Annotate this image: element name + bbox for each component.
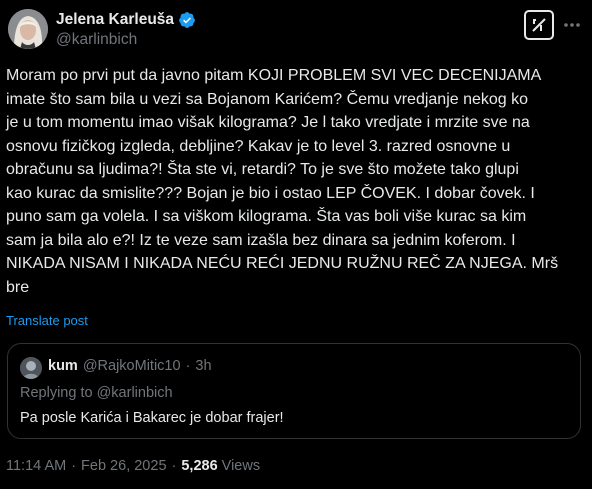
post: Jelena Karleuša @karlinbich Moram po prv… <box>0 0 592 489</box>
meta-separator: · <box>171 458 177 474</box>
grok-button[interactable] <box>524 10 554 40</box>
quoted-author-avatar[interactable] <box>20 357 42 379</box>
quoted-author-handle[interactable]: @RajkoMitic10 <box>83 358 181 374</box>
replying-to-line: Replying to @karlinbich <box>20 385 173 401</box>
verified-badge-icon <box>178 11 196 29</box>
more-options-button[interactable] <box>561 14 583 36</box>
replying-to-handle[interactable]: @karlinbich <box>97 385 173 401</box>
author-handle[interactable]: @karlinbich <box>56 31 196 49</box>
author-display-name[interactable]: Jelena Karleuša <box>56 11 174 29</box>
author-avatar[interactable] <box>8 9 48 49</box>
grok-icon <box>532 18 546 32</box>
translate-post-link[interactable]: Translate post <box>6 313 88 328</box>
quoted-separator: · <box>185 358 191 374</box>
views-label: Views <box>221 458 261 474</box>
quoted-post-header: kum @RajkoMitic10 · 3h <box>48 358 212 374</box>
quoted-post-text: Pa posle Karića i Bakarec je dobar fraje… <box>20 410 284 426</box>
quoted-author-name[interactable]: kum <box>48 358 78 374</box>
tweet-text: Moram po prvi put da javno pitam KOJI PR… <box>6 67 559 296</box>
post-time[interactable]: 11:14 AM <box>6 458 66 474</box>
views-count: 5,286 <box>181 458 218 474</box>
meta-separator: · <box>71 458 77 474</box>
quoted-post-card[interactable]: kum @RajkoMitic10 · 3h Replying to @karl… <box>7 343 581 439</box>
author-info: Jelena Karleuša @karlinbich <box>56 9 196 49</box>
post-meta: 11:14 AM · Feb 26, 2025 · 5,286 Views <box>6 458 260 474</box>
more-horizontal-icon <box>564 23 580 27</box>
replying-to-label: Replying to <box>20 385 97 401</box>
quoted-post-time[interactable]: 3h <box>195 358 211 374</box>
post-date[interactable]: Feb 26, 2025 <box>81 458 166 474</box>
